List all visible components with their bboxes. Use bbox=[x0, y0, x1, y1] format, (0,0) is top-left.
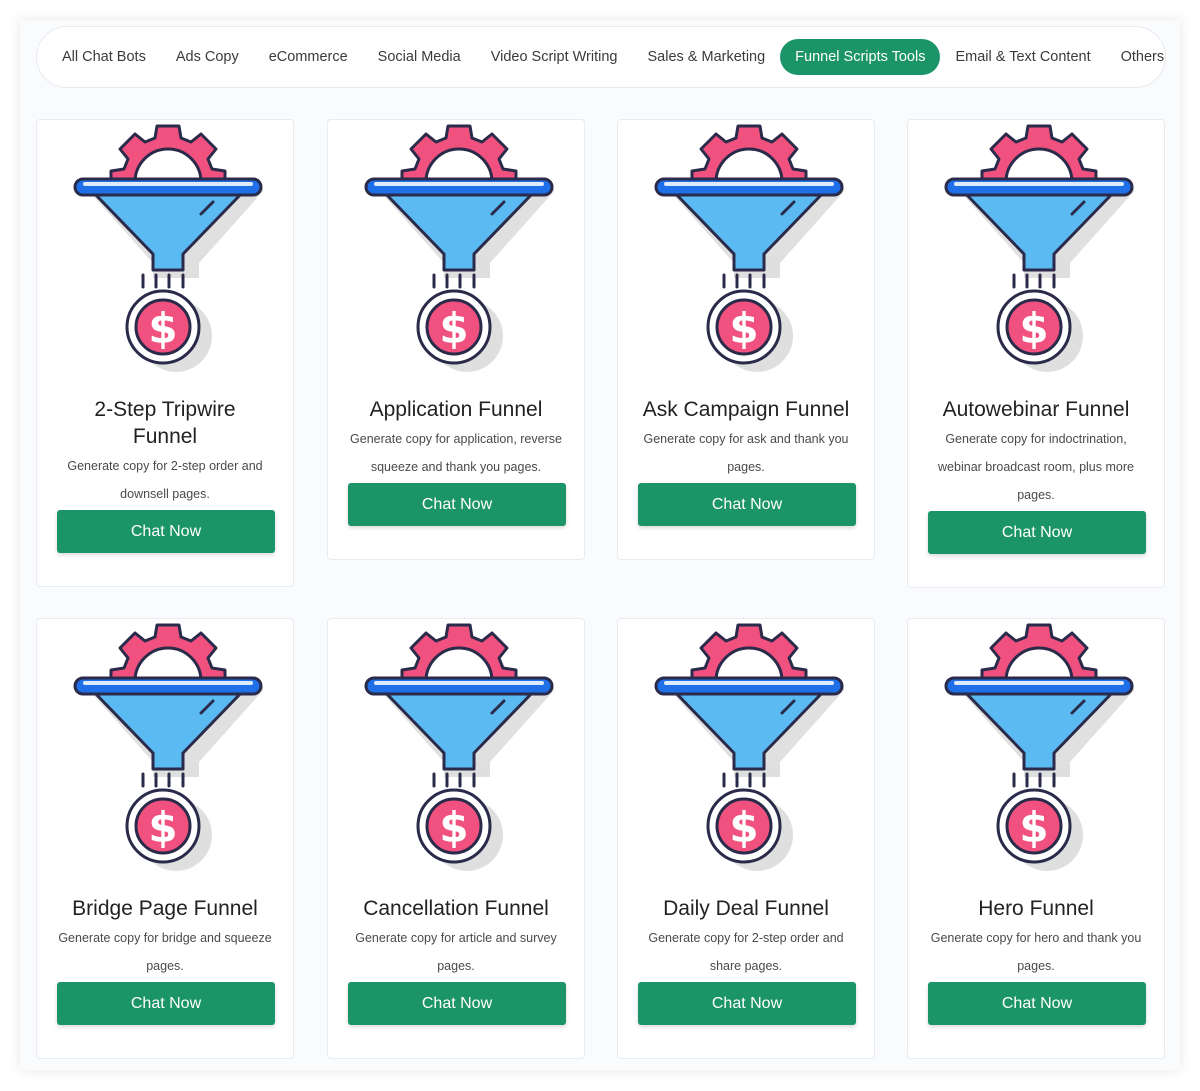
tab-funnel-scripts-tools[interactable]: Funnel Scripts Tools bbox=[780, 39, 941, 75]
tab-others[interactable]: Others bbox=[1106, 39, 1180, 75]
tab-all-chat-bots[interactable]: All Chat Bots bbox=[47, 39, 161, 75]
tab-sales-marketing[interactable]: Sales & Marketing bbox=[633, 39, 781, 75]
card-description: Generate copy for 2-step order and share… bbox=[648, 931, 844, 973]
chat-now-button[interactable]: Chat Now bbox=[348, 982, 566, 1025]
chat-now-button[interactable]: Chat Now bbox=[638, 982, 856, 1025]
funnel-dollar-icon: $ bbox=[944, 124, 1134, 372]
tool-card-8: $ Hero Funnel Generate copy for hero and… bbox=[907, 618, 1165, 1059]
chat-now-button[interactable]: Chat Now bbox=[57, 982, 275, 1025]
tab-email-text-content[interactable]: Email & Text Content bbox=[940, 39, 1105, 75]
tool-card-7: $ Daily Deal Funnel Generate copy for 2-… bbox=[617, 618, 875, 1059]
tool-card-3: $ Ask Campaign Funnel Generate copy for … bbox=[617, 119, 875, 560]
svg-text:$: $ bbox=[439, 803, 468, 852]
funnel-dollar-icon: $ bbox=[364, 623, 554, 871]
chat-now-button[interactable]: Chat Now bbox=[57, 510, 275, 553]
svg-text:$: $ bbox=[1019, 304, 1048, 353]
category-tab-bar: All Chat Bots Ads Copy eCommerce Social … bbox=[36, 26, 1166, 88]
tool-card-5: $ Bridge Page Funnel Generate copy for b… bbox=[36, 618, 294, 1059]
svg-text:$: $ bbox=[729, 803, 758, 852]
card-title: Autowebinar Funnel bbox=[942, 398, 1130, 421]
card-description: Generate copy for bridge and squeeze pag… bbox=[58, 931, 272, 973]
funnel-dollar-icon: $ bbox=[654, 124, 844, 372]
card-description: Generate copy for indoctrination, webina… bbox=[938, 432, 1134, 502]
chat-now-button[interactable]: Chat Now bbox=[348, 483, 566, 526]
card-description: Generate copy for 2-step order and downs… bbox=[67, 459, 263, 501]
card-description: Generate copy for hero and thank you pag… bbox=[930, 931, 1142, 973]
card-title: Application Funnel bbox=[369, 398, 543, 421]
funnel-dollar-icon: $ bbox=[944, 623, 1134, 871]
tab-social-media[interactable]: Social Media bbox=[363, 39, 476, 75]
svg-text:$: $ bbox=[729, 304, 758, 353]
tool-card-1: $ 2-Step Tripwire Funnel Generate copy f… bbox=[36, 119, 294, 587]
tool-card-2: $ Application Funnel Generate copy for a… bbox=[327, 119, 585, 560]
card-title: 2-Step Tripwire Funnel bbox=[94, 398, 236, 448]
svg-text:$: $ bbox=[1019, 803, 1048, 852]
svg-text:$: $ bbox=[439, 304, 468, 353]
card-description: Generate copy for article and survey pag… bbox=[355, 931, 557, 973]
card-title: Ask Campaign Funnel bbox=[642, 398, 850, 421]
svg-text:$: $ bbox=[148, 304, 177, 353]
funnel-dollar-icon: $ bbox=[73, 124, 263, 372]
chat-now-button[interactable]: Chat Now bbox=[638, 483, 856, 526]
tab-ecommerce[interactable]: eCommerce bbox=[254, 39, 363, 75]
tab-ads-copy[interactable]: Ads Copy bbox=[161, 39, 254, 75]
card-description: Generate copy for application, reverse s… bbox=[350, 432, 562, 474]
card-title: Daily Deal Funnel bbox=[663, 897, 829, 920]
card-description: Generate copy for ask and thank you page… bbox=[643, 432, 849, 474]
chat-now-button[interactable]: Chat Now bbox=[928, 511, 1146, 554]
funnel-dollar-icon: $ bbox=[654, 623, 844, 871]
tool-card-4: $ Autowebinar Funnel Generate copy for i… bbox=[907, 119, 1165, 588]
svg-text:$: $ bbox=[148, 803, 177, 852]
chat-now-button[interactable]: Chat Now bbox=[928, 982, 1146, 1025]
card-title: Bridge Page Funnel bbox=[72, 897, 258, 920]
funnel-dollar-icon: $ bbox=[364, 124, 554, 372]
card-title: Hero Funnel bbox=[978, 897, 1094, 920]
card-title: Cancellation Funnel bbox=[363, 897, 549, 920]
tab-video-script-writing[interactable]: Video Script Writing bbox=[476, 39, 633, 75]
funnel-dollar-icon: $ bbox=[73, 623, 263, 871]
tool-card-6: $ Cancellation Funnel Generate copy for … bbox=[327, 618, 585, 1059]
